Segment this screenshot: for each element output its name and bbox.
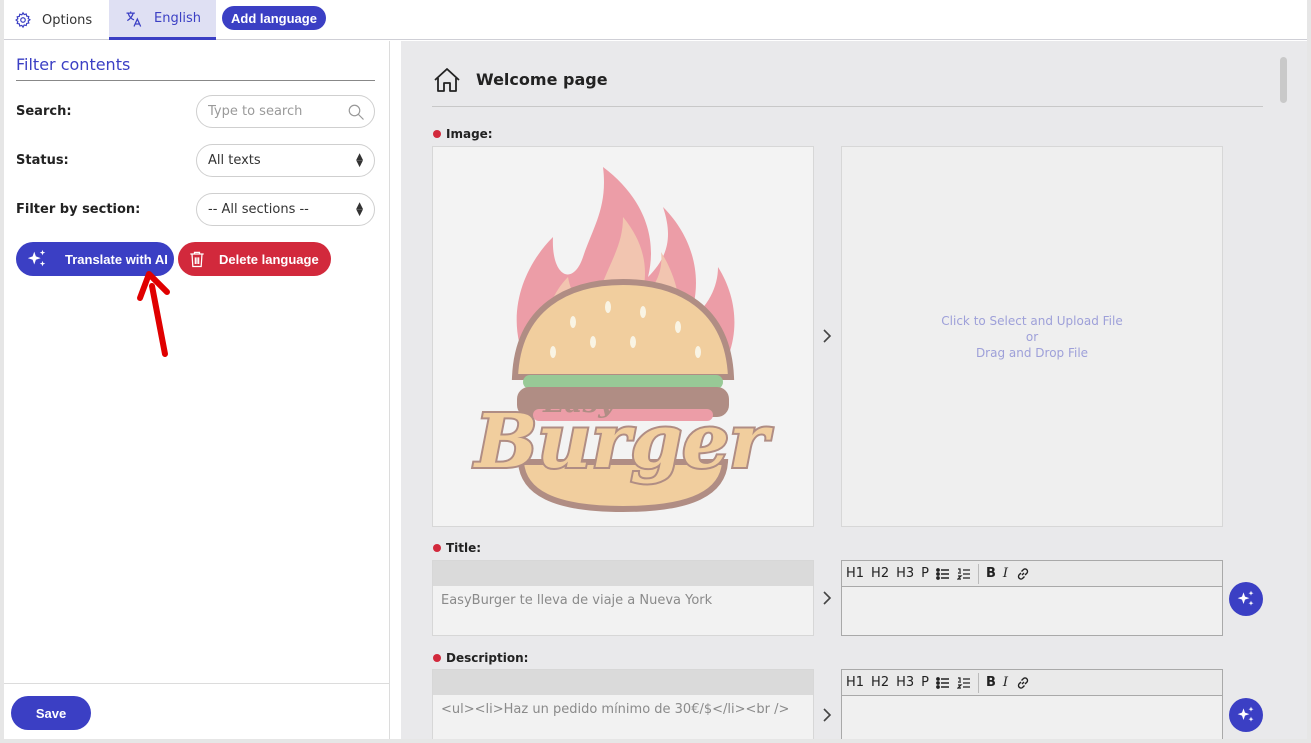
- sparkles-icon: [1237, 590, 1254, 606]
- filter-panel-footer: Save: [4, 683, 390, 739]
- page-header: Welcome page: [432, 65, 1263, 107]
- chevron-right-icon: [823, 591, 832, 605]
- image-field-label-text: Image:: [446, 127, 493, 141]
- toolbar-separator: [977, 563, 979, 584]
- tab-english[interactable]: English: [109, 0, 216, 40]
- description-translation-input[interactable]: [842, 696, 1222, 739]
- source-box-bar: [433, 561, 813, 586]
- add-language-button[interactable]: Add language: [222, 6, 326, 30]
- title-ai-translate-button[interactable]: [1229, 582, 1263, 616]
- search-label: Search:: [16, 104, 72, 119]
- sparkles-icon: [27, 249, 46, 267]
- h2-button[interactable]: H2: [871, 566, 889, 581]
- delete-language-button[interactable]: Delete language: [178, 242, 331, 276]
- chevron-right-icon: [823, 329, 832, 343]
- title-source-text: EasyBurger te lleva de viaje a Nueva Yor…: [441, 593, 713, 608]
- status-select-value: All texts: [208, 153, 261, 168]
- description-field-label-text: Description:: [446, 651, 529, 665]
- sparkles-icon: [1237, 706, 1254, 722]
- h3-button[interactable]: H3: [896, 675, 914, 690]
- gear-icon: [15, 11, 31, 29]
- upload-line-1: Click to Select and Upload File: [941, 313, 1123, 328]
- link-icon[interactable]: [1015, 675, 1031, 691]
- scrollbar[interactable]: [1278, 55, 1288, 725]
- upload-line-2: or: [1025, 329, 1039, 344]
- title-translation-input[interactable]: [842, 587, 1222, 635]
- image-upload-dropzone[interactable]: Click to Select and Upload File or Drag …: [841, 146, 1223, 527]
- h1-button[interactable]: H1: [846, 675, 864, 690]
- home-icon: [434, 68, 460, 92]
- section-select[interactable]: -- All sections -- ▲ ▼: [196, 193, 375, 226]
- link-icon[interactable]: [1015, 566, 1031, 582]
- page-title: Welcome page: [476, 70, 608, 89]
- chevron-right-icon: [823, 708, 832, 722]
- save-button[interactable]: Save: [11, 696, 91, 730]
- description-source-text: <ul><li>Haz un pedido mínimo de 30€/$</l…: [441, 702, 790, 717]
- italic-button[interactable]: I: [1003, 675, 1008, 690]
- bullet-list-icon[interactable]: [936, 676, 950, 690]
- delete-language-label: Delete language: [219, 251, 319, 267]
- editor-toolbar: H1 H2 H3 P B I: [842, 561, 1222, 587]
- bold-button[interactable]: B: [986, 566, 996, 581]
- section-filter-label: Filter by section:: [16, 202, 141, 217]
- editor-toolbar: H1 H2 H3 P B I: [842, 670, 1222, 696]
- description-field-label: Description:: [433, 651, 528, 665]
- scrollbar-thumb[interactable]: [1280, 57, 1287, 103]
- paragraph-button[interactable]: P: [921, 566, 929, 581]
- content-editor-panel: Welcome page Image: Easy Burger Click to…: [401, 41, 1307, 739]
- bold-button[interactable]: B: [986, 675, 996, 690]
- search-field[interactable]: [196, 95, 375, 128]
- description-ai-translate-button[interactable]: [1229, 698, 1263, 732]
- title-rich-editor: H1 H2 H3 P B I: [841, 560, 1223, 636]
- paragraph-button[interactable]: P: [921, 675, 929, 690]
- status-select[interactable]: All texts ▲ ▼: [196, 144, 375, 177]
- description-rich-editor: H1 H2 H3 P B I: [841, 669, 1223, 739]
- required-dot: [433, 130, 441, 138]
- h3-button[interactable]: H3: [896, 566, 914, 581]
- title-field-label: Title:: [433, 541, 481, 555]
- italic-button[interactable]: I: [1003, 566, 1008, 581]
- search-icon: [348, 104, 364, 120]
- select-caret-icon: ▲ ▼: [356, 201, 363, 218]
- status-label: Status:: [16, 153, 69, 168]
- search-input[interactable]: [208, 96, 348, 127]
- h1-button[interactable]: H1: [846, 566, 864, 581]
- required-dot: [433, 654, 441, 662]
- source-box-bar: [433, 670, 813, 695]
- select-caret-icon: ▲ ▼: [356, 152, 363, 169]
- annotation-arrow: [137, 271, 170, 357]
- translate-with-ai-label: Translate with AI: [65, 251, 168, 267]
- filter-title: Filter contents: [16, 55, 375, 81]
- top-tab-bar: Options English Add language: [4, 0, 1307, 40]
- h2-button[interactable]: H2: [871, 675, 889, 690]
- tab-options-label: Options: [42, 12, 93, 28]
- easy-burger-logo: Easy Burger: [471, 167, 775, 513]
- toolbar-separator: [977, 672, 979, 693]
- bullet-list-icon[interactable]: [936, 567, 950, 581]
- logo-text-burger: Burger: [473, 399, 773, 485]
- tab-english-label: English: [154, 11, 201, 26]
- description-source-box: <ul><li>Haz un pedido mínimo de 30€/$</l…: [432, 669, 814, 739]
- trash-icon: [190, 251, 204, 268]
- numbered-list-icon[interactable]: [956, 676, 971, 690]
- translate-icon: [126, 11, 142, 27]
- required-dot: [433, 544, 441, 552]
- title-field-label-text: Title:: [446, 541, 482, 555]
- image-field-label: Image:: [433, 127, 493, 141]
- filter-panel: Filter contents Search: Status: All text…: [4, 41, 390, 739]
- section-select-value: -- All sections --: [208, 202, 309, 217]
- title-source-box: EasyBurger te lleva de viaje a Nueva Yor…: [432, 560, 814, 636]
- source-image: Easy Burger: [432, 146, 814, 527]
- tab-options[interactable]: Options: [14, 0, 109, 40]
- upload-line-3: Drag and Drop File: [975, 345, 1089, 360]
- numbered-list-icon[interactable]: [956, 567, 971, 581]
